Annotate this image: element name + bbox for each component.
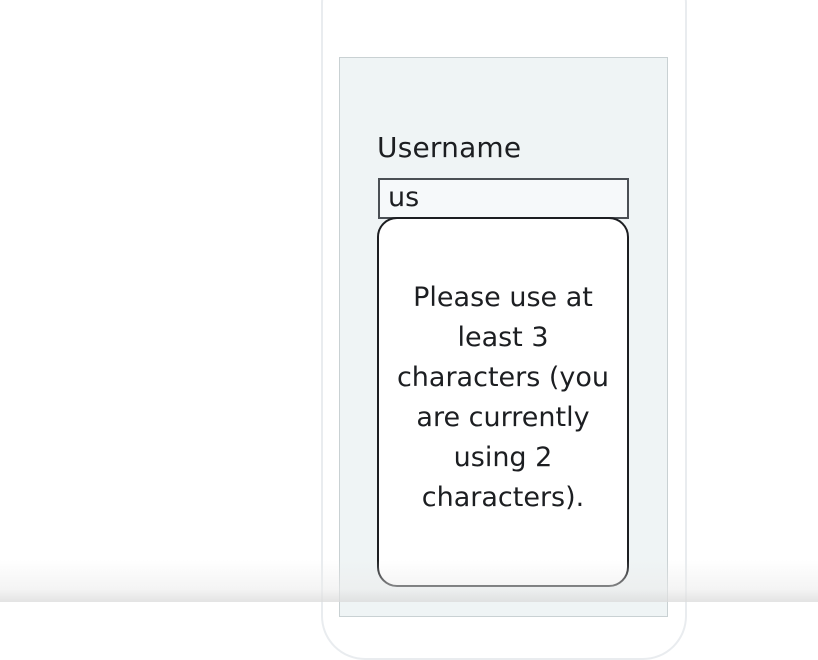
username-label: Username <box>377 131 522 164</box>
validation-message: Please use at least 3 characters (you ar… <box>396 281 610 513</box>
validation-tooltip: Please use at least 3 characters (you ar… <box>377 217 629 587</box>
username-input[interactable] <box>378 178 629 219</box>
